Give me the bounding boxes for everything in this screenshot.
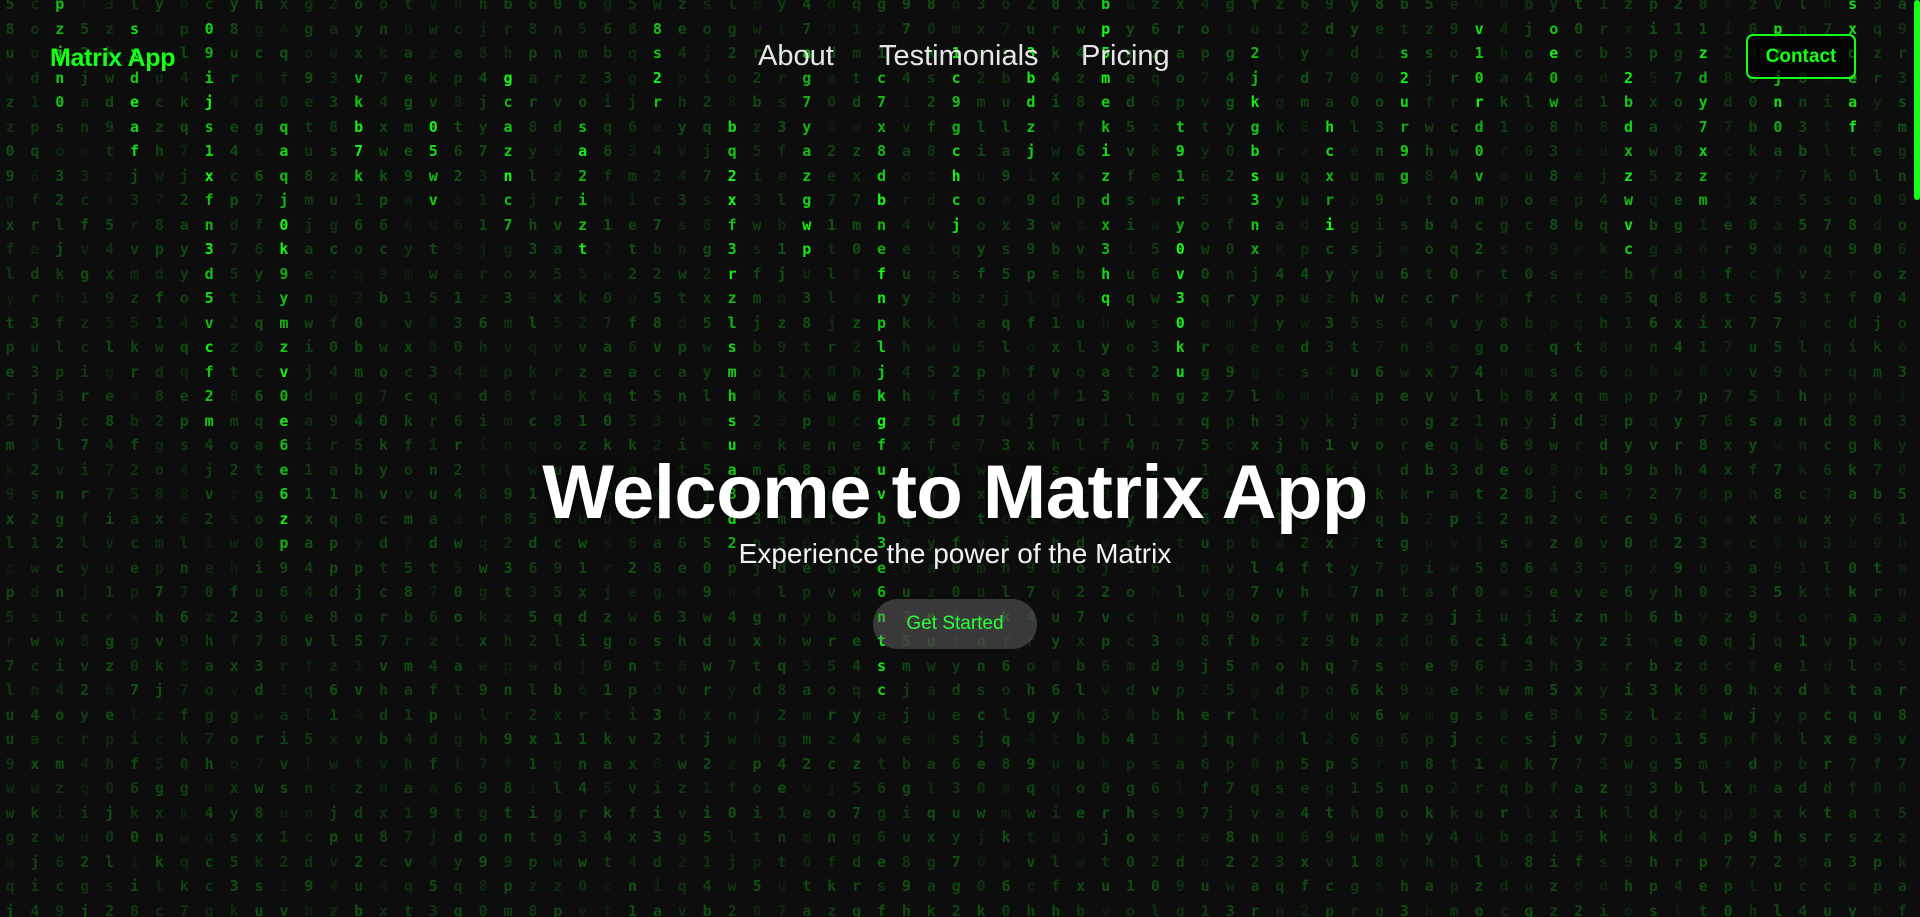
navbar: Matrix App About Testimonials Pricing Co… (0, 0, 1920, 120)
nav-links: About Testimonials Pricing (0, 40, 1920, 80)
get-started-button[interactable]: Get Started (873, 599, 1037, 649)
page-root: 58uvzz09gxflytper5mk9xlcp5r7luu9wwgaqjco… (0, 0, 1920, 917)
contact-button[interactable]: Contact (1746, 34, 1856, 79)
hero-title: Welcome to Matrix App (542, 449, 1368, 535)
nav-link-pricing[interactable]: Pricing (1081, 40, 1170, 73)
hero-subtitle: Experience the power of the Matrix (738, 538, 1172, 569)
nav-link-testimonials[interactable]: Testimonials (879, 40, 1039, 73)
nav-link-about[interactable]: About (758, 40, 834, 73)
scrollbar-thumb[interactable] (1914, 0, 1920, 200)
